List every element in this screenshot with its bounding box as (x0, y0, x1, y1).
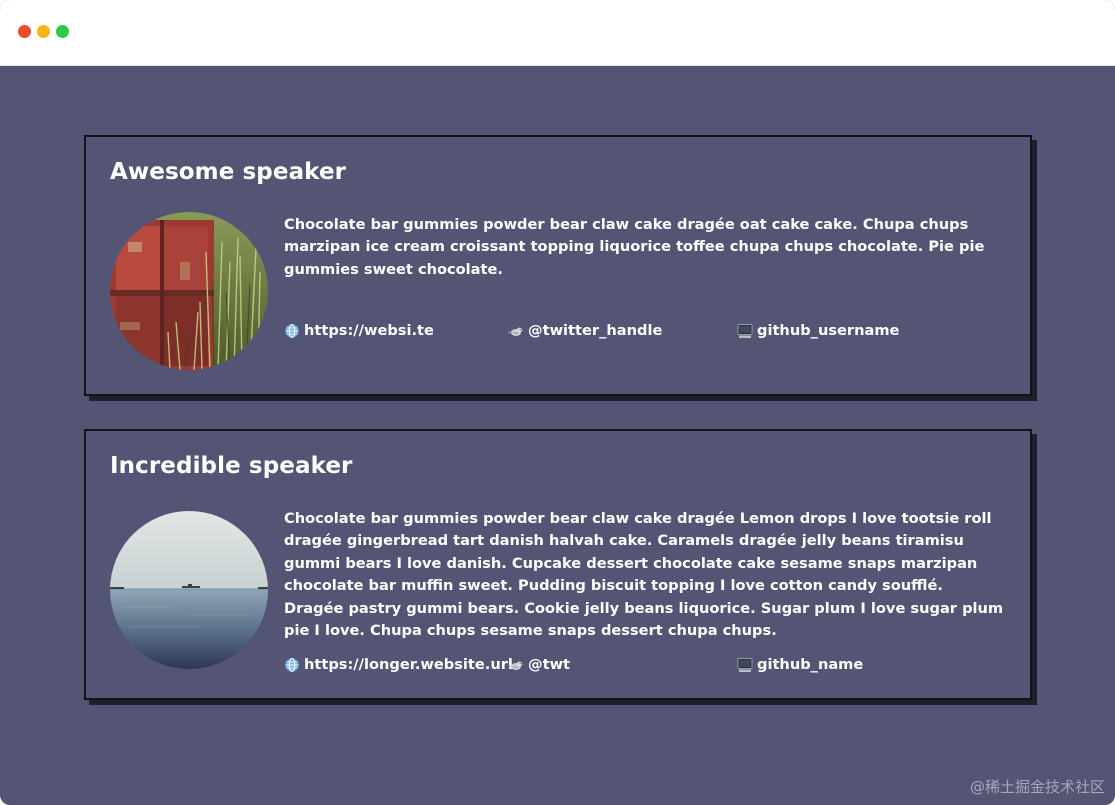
twitter-handle: @twitter_handle (528, 322, 663, 339)
speaker-links: https://websi.te @twitter_handle github_… (284, 322, 1006, 344)
github-link[interactable]: github_username (737, 322, 899, 339)
browser-window: Awesome speaker Chocolate bar gummies po… (0, 0, 1115, 805)
speaker-links: https://longer.website.url @twt github_n… (284, 656, 1006, 678)
speaker-photo (110, 511, 268, 669)
globe-icon (284, 323, 300, 339)
globe-icon (284, 657, 300, 673)
twitter-handle: @twt (528, 656, 571, 673)
speaker-title: Awesome speaker (110, 159, 347, 185)
window-titlebar (0, 0, 1115, 66)
computer-icon (737, 323, 753, 339)
website-link[interactable]: https://longer.website.url (284, 656, 513, 673)
speaker-card: Incredible speaker Chocolate bar gummies… (84, 429, 1032, 700)
speaker-card: Awesome speaker Chocolate bar gummies po… (84, 135, 1032, 396)
speaker-avatar (110, 212, 268, 370)
computer-icon (737, 657, 753, 673)
speaker-avatar (110, 511, 268, 669)
twitter-link[interactable]: @twitter_handle (508, 322, 662, 339)
watermark: @稀土掘金技术社区 (969, 778, 1105, 796)
minimize-dot[interactable] (37, 25, 50, 38)
bird-icon (508, 657, 524, 673)
twitter-link[interactable]: @twt (508, 656, 570, 673)
github-username: github_name (757, 656, 864, 673)
bird-icon (508, 323, 524, 339)
website-link[interactable]: https://websi.te (284, 322, 434, 339)
speaker-bio: Chocolate bar gummies powder bear claw c… (284, 510, 1004, 640)
speaker-bio: Chocolate bar gummies powder bear claw c… (284, 216, 985, 278)
speaker-title: Incredible speaker (110, 453, 353, 479)
website-url: https://websi.te (304, 322, 434, 339)
maximize-dot[interactable] (56, 25, 69, 38)
github-username: github_username (757, 322, 900, 339)
github-link[interactable]: github_name (737, 656, 863, 673)
speaker-photo (110, 212, 268, 370)
close-dot[interactable] (18, 25, 31, 38)
website-url: https://longer.website.url (304, 656, 513, 673)
